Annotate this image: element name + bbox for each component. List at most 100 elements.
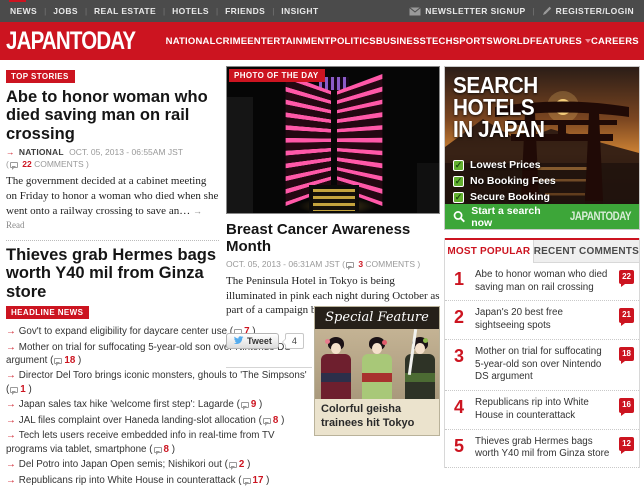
comment-bubble-icon [241,402,249,408]
arrow-icon: → [6,459,16,470]
comment-bubble-icon [54,358,62,364]
article-comments[interactable]: ( 22 COMMENTS ) [6,159,219,169]
topbar-link-real-estate[interactable]: REAL ESTATE [94,6,156,16]
tweet-button[interactable]: Tweet [226,333,279,349]
comment-bubble-icon [346,262,354,268]
topbar-link-insight[interactable]: INSIGHT [281,6,318,16]
popular-item[interactable]: 5Thieves grab Hermes bags worth Y40 mil … [445,430,639,468]
special-feature-header: Special Feature [315,307,439,329]
tower-base-lights [309,185,359,214]
article-date: OCT. 05, 2013 - 06:55AM JST [69,147,183,157]
topbar-link-hotels[interactable]: HOTELS [172,6,209,16]
article-meta: → NATIONAL OCT. 05, 2013 - 06:55AM JST [6,147,219,157]
nav-item-politics[interactable]: POLITICS [330,36,375,47]
photo-of-day-image[interactable]: PHOTO OF THE DAY [226,66,440,214]
ad-bullet: ✓ Secure Booking [453,191,556,203]
nav-item-tech[interactable]: TECH [426,36,453,47]
nav-item-sports[interactable]: SPORTS [453,36,493,47]
photo-title[interactable]: Breast Cancer Awareness Month [226,221,440,255]
comment-bubble-icon [154,447,162,453]
newsletter-signup-link[interactable]: NEWSLETTER SIGNUP [425,6,525,16]
search-icon [453,210,465,223]
ad-brand-logo: JAPANTODAY [570,211,631,223]
comment-bubble-icon [263,418,271,424]
article: Thieves grab Hermes bags worth Y40 mil f… [6,246,219,302]
popular-item[interactable]: 1Abe to honor woman who died saving man … [445,263,639,301]
nav-item-national[interactable]: NATIONAL [166,36,216,47]
nav-item-features[interactable]: FEATURES [530,36,591,47]
headline-comment-count: (8 ) [259,415,285,426]
comment-count-badge: 22 [619,270,634,284]
article-title[interactable]: Abe to honor woman who died saving man o… [6,88,219,143]
headline-news-label: HEADLINE NEWS [6,306,89,319]
headline-comment-count: (17 ) [238,475,269,486]
headline-item[interactable]: →Tech lets users receive embedded info i… [6,429,309,455]
comment-bubble-icon [10,387,18,393]
photo-of-day-label: PHOTO OF THE DAY [229,69,325,82]
divider [226,367,312,368]
comment-count-badge: 21 [619,308,634,322]
top-stories-label: TOP STORIES [6,70,75,83]
topbar-link-jobs[interactable]: JOBS [53,6,78,16]
divider: | [44,7,46,16]
nav-item-business[interactable]: BUSINESS [376,36,426,47]
divider [6,240,219,241]
nav-item-entertainment[interactable]: ENTERTAINMENT [247,36,330,47]
divider: | [216,7,218,16]
start-search-button[interactable]: Start a search now JAPANTODAY [445,204,639,229]
pencil-icon [542,6,552,16]
headline-item[interactable]: →Republicans rip into White House in cou… [6,474,309,487]
article-title[interactable]: Thieves grab Hermes bags worth Y40 mil f… [6,246,219,301]
special-feature-box[interactable]: Special Feature Colorful geisha trainees… [314,306,440,436]
ad-headline: SEARCH HOTELS IN JAPAN [453,75,544,141]
article-excerpt: The government decided at a cabinet meet… [6,174,219,233]
article: Abe to honor woman who died saving man o… [6,88,219,233]
popular-item-text: Republicans rip into White House in coun… [475,397,589,421]
arrow-icon: → [6,415,16,426]
envelope-icon [409,7,421,16]
popular-item[interactable]: 2Japan's 20 best free sightseeing spots2… [445,301,639,339]
tab-most-popular[interactable]: MOST POPULAR [445,240,534,263]
checkmark-icon: ✓ [453,176,464,187]
topbar-link-news[interactable]: NEWS [10,6,37,16]
hotel-search-ad[interactable]: SEARCH HOTELS IN JAPAN ✓ Lowest Prices ✓… [444,66,640,230]
checkmark-icon: ✓ [453,192,464,203]
nav-item-careers[interactable]: CAREERS [591,36,639,47]
photo-meta: OCT. 05, 2013 - 06:31AM JST ( 3 COMMENTS… [226,259,440,269]
rank-number: 4 [454,396,464,419]
divider: | [533,7,535,16]
headline-item[interactable]: →Japan sales tax hike 'welcome first ste… [6,398,309,411]
article-category[interactable]: NATIONAL [19,147,64,157]
topbar-link-friends[interactable]: FRIENDS [225,6,265,16]
register-login-link[interactable]: REGISTER/LOGIN [556,6,634,16]
popular-item[interactable]: 3 Mother on trial for suffocating 5-year-… [445,340,639,391]
popular-item-text: Mother on trial for suffocating 5-year-o… [475,346,602,382]
site-logo[interactable]: JAPANTODAY [6,27,135,56]
tweet-count: 4 [285,333,304,349]
building-silhouette [227,97,253,214]
divider: | [272,7,274,16]
popular-item-text: Abe to honor woman who died saving man o… [475,269,607,293]
popular-item[interactable]: 4 Republicans rip into White House in cou… [445,391,639,429]
most-popular-widget: MOST POPULAR RECENT COMMENTS 1Abe to hon… [444,238,640,468]
ad-bullet: ✓ Lowest Prices [453,159,556,171]
comment-count-badge: 18 [619,347,634,361]
nav-item-crime[interactable]: CRIME [216,36,248,47]
headline-item[interactable]: →Del Potro into Japan Open semis; Nishik… [6,458,309,471]
headline-item[interactable]: →JAL files complaint over Haneda landing… [6,414,309,427]
special-feature-caption[interactable]: Colorful geisha trainees hit Tokyo [315,399,439,435]
comment-bubble-icon [10,162,18,168]
rank-number: 2 [454,306,464,329]
geisha-photo [315,329,439,399]
arrow-icon: → [6,147,15,157]
popular-tabs: MOST POPULAR RECENT COMMENTS [445,238,639,263]
popular-item-text: Thieves grab Hermes bags worth Y40 mil f… [475,436,609,460]
divider: | [85,7,87,16]
rank-number: 3 [454,345,464,368]
tab-recent-comments[interactable]: RECENT COMMENTS [534,240,639,263]
arrow-icon: → [6,399,16,410]
nav-item-world[interactable]: WORLD [493,36,530,47]
headline-item[interactable]: →Director Del Toro brings iconic monster… [6,369,309,395]
comment-bubble-icon [229,462,237,468]
geisha-figure [319,337,353,399]
